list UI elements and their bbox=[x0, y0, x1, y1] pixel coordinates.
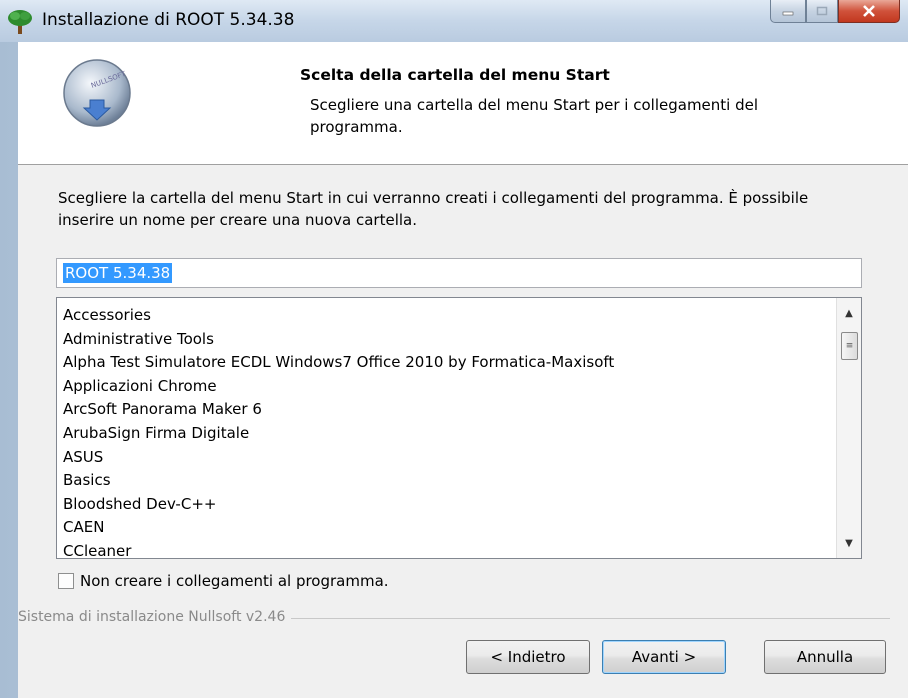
installer-window: Installazione di ROOT 5.34.38 NULLSOFT S… bbox=[0, 0, 908, 698]
maximize-button[interactable] bbox=[806, 0, 838, 23]
page-subtitle: Scegliere una cartella del menu Start pe… bbox=[310, 96, 759, 136]
start-menu-folder-list[interactable]: Accessories Administrative Tools Alpha T… bbox=[56, 297, 862, 559]
list-item[interactable]: ArubaSign Firma Digitale bbox=[63, 422, 833, 446]
back-button[interactable]: < Indietro bbox=[466, 640, 590, 674]
close-button[interactable] bbox=[838, 0, 900, 23]
dialog-body: NULLSOFT Scelta della cartella del menu … bbox=[18, 42, 908, 698]
minimize-button[interactable] bbox=[770, 0, 806, 23]
list-item[interactable]: Accessories bbox=[63, 304, 833, 328]
tree-icon bbox=[8, 10, 32, 34]
list-item[interactable]: Basics bbox=[63, 469, 833, 493]
scroll-up-arrow-icon[interactable]: ▲ bbox=[837, 302, 861, 324]
branding-text: Sistema di installazione Nullsoft v2.46 bbox=[18, 609, 292, 625]
instructions-text: Scegliere la cartella del menu Start in … bbox=[58, 189, 809, 229]
next-button[interactable]: Avanti > bbox=[602, 640, 726, 674]
scrollbar-thumb[interactable]: ≡ bbox=[841, 332, 858, 360]
list-item[interactable]: ArcSoft Panorama Maker 6 bbox=[63, 398, 833, 422]
no-shortcuts-checkbox[interactable] bbox=[58, 573, 74, 589]
no-shortcuts-option[interactable]: Non creare i collegamenti al programma. bbox=[58, 570, 389, 592]
start-menu-folder-input[interactable]: ROOT 5.34.38 bbox=[56, 258, 862, 288]
header-panel: NULLSOFT Scelta della cartella del menu … bbox=[18, 42, 908, 165]
list-item[interactable]: CAEN bbox=[63, 516, 833, 540]
scroll-down-arrow-icon[interactable]: ▼ bbox=[837, 532, 861, 554]
list-item[interactable]: Administrative Tools bbox=[63, 328, 833, 352]
cancel-button[interactable]: Annulla bbox=[764, 640, 886, 674]
branding-separator: Sistema di installazione Nullsoft v2.46 bbox=[18, 609, 908, 627]
maximize-icon bbox=[816, 6, 828, 16]
installer-disk-icon: NULLSOFT bbox=[63, 59, 131, 127]
list-item[interactable]: ASUS bbox=[63, 446, 833, 470]
list-item[interactable]: CCleaner bbox=[63, 540, 833, 558]
no-shortcuts-label[interactable]: Non creare i collegamenti al programma. bbox=[80, 572, 389, 590]
folder-list-items: Accessories Administrative Tools Alpha T… bbox=[63, 304, 833, 558]
window-controls bbox=[770, 0, 900, 23]
title-bar[interactable]: Installazione di ROOT 5.34.38 bbox=[0, 0, 908, 42]
list-item[interactable]: Applicazioni Chrome bbox=[63, 375, 833, 399]
minimize-icon bbox=[782, 11, 794, 16]
page-title: Scelta della cartella del menu Start bbox=[300, 66, 610, 84]
close-icon bbox=[863, 5, 875, 17]
window-title: Installazione di ROOT 5.34.38 bbox=[42, 10, 295, 30]
list-item[interactable]: Bloodshed Dev-C++ bbox=[63, 493, 833, 517]
vertical-scrollbar[interactable]: ▲ ≡ ▼ bbox=[836, 298, 861, 558]
list-item[interactable]: Alpha Test Simulatore ECDL Windows7 Offi… bbox=[63, 351, 833, 375]
folder-input-value[interactable]: ROOT 5.34.38 bbox=[63, 263, 173, 283]
